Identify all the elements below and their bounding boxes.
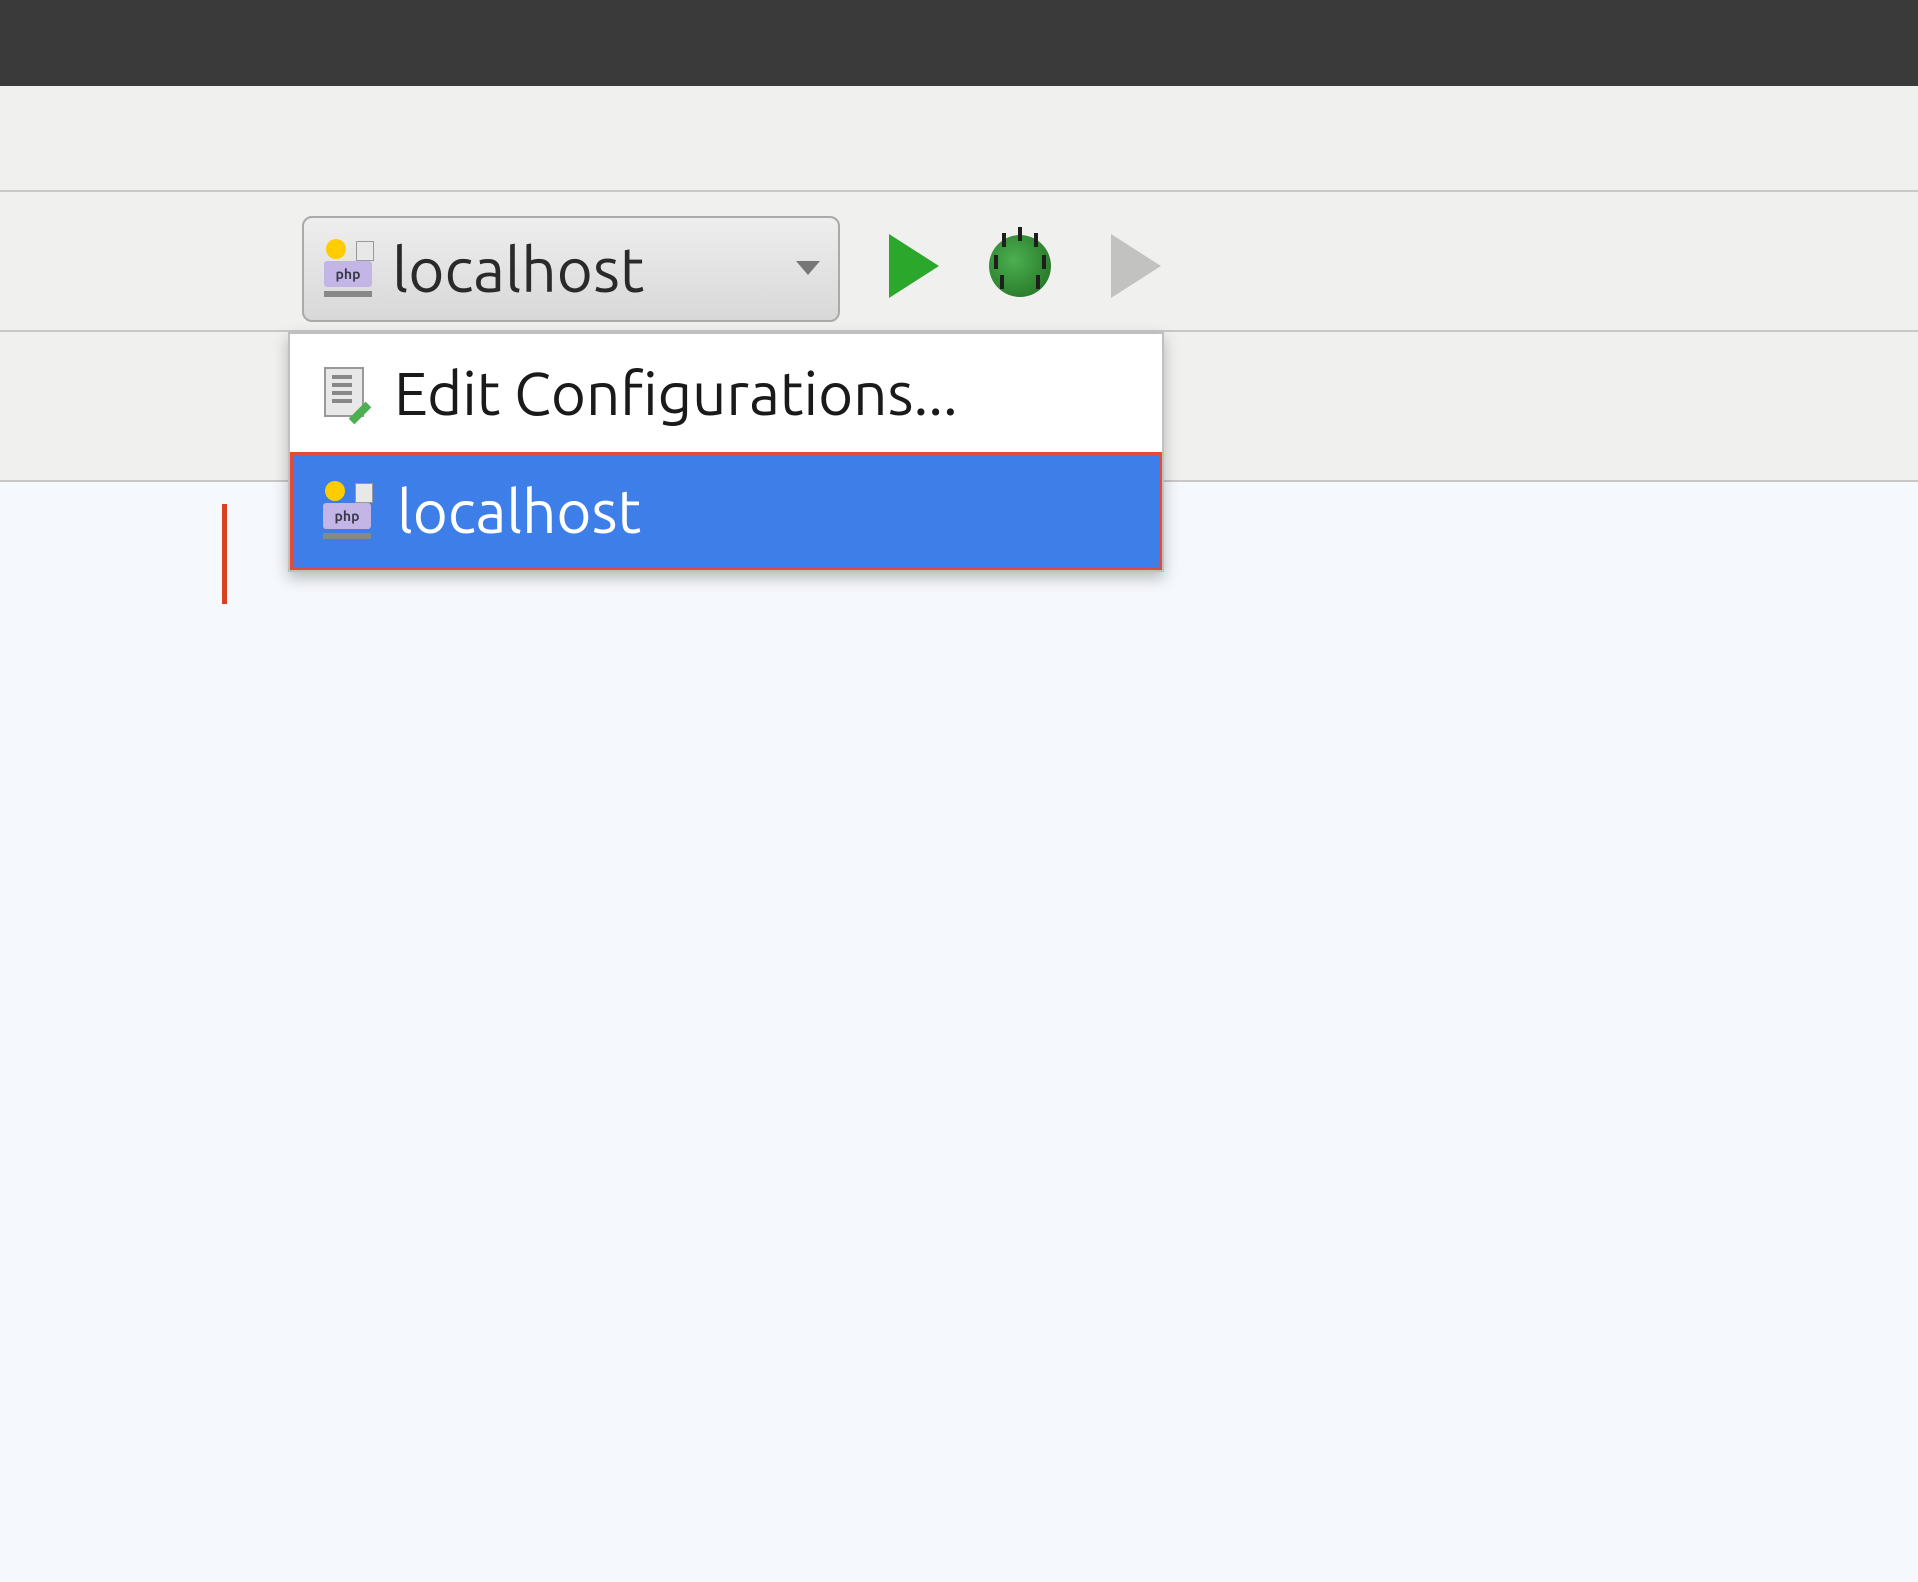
run-config-label: localhost [392,234,778,304]
php-icon: php [322,241,378,297]
menu-item-label: Edit Configurations... [394,360,958,427]
chevron-down-icon [792,259,820,279]
menu-item-edit-configurations[interactable]: Edit Configurations... [290,334,1162,452]
toolbar-row: php localhost [0,192,1918,332]
debug-button[interactable] [980,226,1060,306]
menu-item-localhost[interactable]: php localhost [290,452,1162,570]
document-edit-icon [318,365,374,421]
menu-bar-row [0,86,1918,192]
run-config-dropdown-menu: Edit Configurations... php localhost [288,332,1164,572]
text-cursor [222,504,227,604]
run-coverage-button[interactable] [1096,226,1176,306]
editor-area[interactable] [0,482,1918,1582]
play-icon [889,234,939,298]
php-icon: php [321,483,377,539]
run-button[interactable] [874,226,954,306]
bug-icon [989,235,1051,297]
run-config-selector[interactable]: php localhost [302,216,840,322]
coverage-icon [1111,234,1161,298]
menu-item-label: localhost [397,478,641,545]
window-titlebar [0,0,1918,86]
